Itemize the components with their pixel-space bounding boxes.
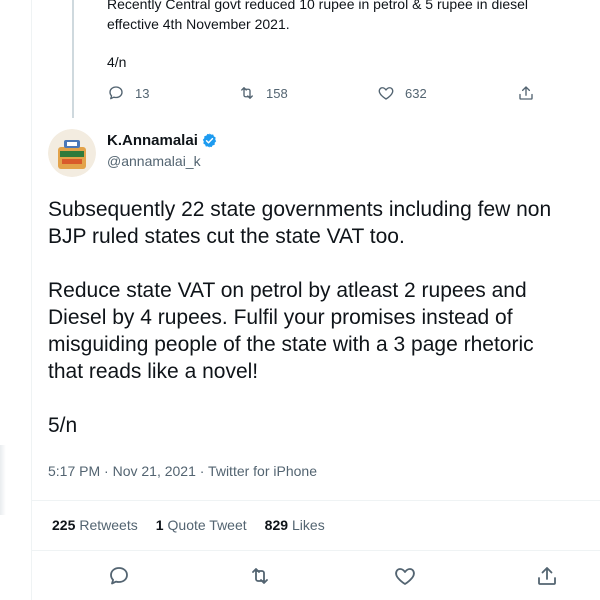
reply-icon bbox=[110, 567, 128, 585]
retweet-button[interactable] bbox=[248, 564, 272, 588]
author-name-text: K.Annamalai bbox=[107, 132, 198, 149]
previous-tweet-text: Recently Central govt reduced 10 rupee i… bbox=[107, 0, 600, 34]
quote-tweets-stat[interactable]: 1 Quote Tweet bbox=[156, 517, 247, 533]
retweet-icon bbox=[252, 568, 268, 584]
likes-stat[interactable]: 829 Likes bbox=[265, 517, 325, 533]
thread-connector-line bbox=[72, 0, 74, 118]
quote-count: 1 bbox=[155, 517, 164, 533]
previous-like-count: 632 bbox=[405, 85, 427, 101]
retweet-icon bbox=[241, 87, 253, 99]
likes-count: 829 bbox=[264, 517, 289, 533]
like-icon bbox=[395, 568, 415, 585]
quote-label: Quote Tweet bbox=[167, 517, 247, 533]
tweet-timestamp[interactable]: 5:17 PM · Nov 21, 2021 · Twitter for iPh… bbox=[48, 463, 317, 479]
previous-like-button[interactable]: 632 bbox=[377, 84, 427, 102]
previous-thread-count: 4/n bbox=[107, 54, 127, 70]
previous-tweet-actions: 13 158 632 bbox=[107, 84, 537, 106]
retweets-count: 225 bbox=[52, 517, 76, 533]
author-name[interactable]: K.Annamalai bbox=[107, 132, 218, 149]
divider bbox=[31, 500, 600, 501]
reply-icon bbox=[109, 86, 123, 100]
share-button[interactable] bbox=[535, 564, 559, 588]
previous-retweet-button[interactable]: 158 bbox=[238, 84, 288, 102]
previous-tweet-line-1: Recently Central govt reduced 10 rupee i… bbox=[107, 0, 529, 12]
author-avatar[interactable] bbox=[48, 129, 96, 177]
tweet-line: that reads like a novel! bbox=[48, 360, 259, 383]
retweets-stat[interactable]: 225 Retweets bbox=[52, 517, 138, 533]
previous-share-button[interactable] bbox=[517, 84, 545, 102]
share-icon bbox=[538, 567, 556, 585]
previous-reply-button[interactable]: 13 bbox=[107, 84, 149, 102]
divider bbox=[31, 550, 600, 551]
likes-label: Likes bbox=[292, 517, 325, 533]
thread-count: 5/n bbox=[48, 414, 78, 437]
tweet-text: Subsequently 22 state governments includ… bbox=[48, 196, 600, 439]
verified-badge-icon bbox=[202, 133, 217, 148]
left-rail bbox=[0, 0, 32, 600]
previous-reply-count: 13 bbox=[135, 85, 150, 101]
author-handle[interactable]: @annamalai_k bbox=[107, 153, 201, 169]
share-icon bbox=[519, 86, 533, 100]
tweet-line: Reduce state VAT on petrol by atleast 2 … bbox=[48, 279, 527, 302]
reply-button[interactable] bbox=[107, 564, 131, 588]
tweet-line: BJP ruled states cut the state VAT too. bbox=[48, 225, 405, 248]
tweet-line: misguiding people of the state with a 3 … bbox=[48, 333, 534, 356]
tweet-actions bbox=[31, 562, 600, 590]
previous-tweet-line-2: effective 4th November 2021. bbox=[107, 16, 290, 32]
like-button[interactable] bbox=[393, 564, 417, 588]
retweets-label: Retweets bbox=[79, 517, 138, 533]
tweet-line: Diesel by 4 rupees. Fulfil your promises… bbox=[48, 306, 513, 329]
previous-retweet-count: 158 bbox=[266, 85, 288, 101]
engagement-stats: 225 Retweets 1 Quote Tweet 829 Likes bbox=[52, 517, 343, 533]
like-icon bbox=[378, 87, 394, 100]
tweet-line: Subsequently 22 state governments includ… bbox=[48, 198, 552, 221]
